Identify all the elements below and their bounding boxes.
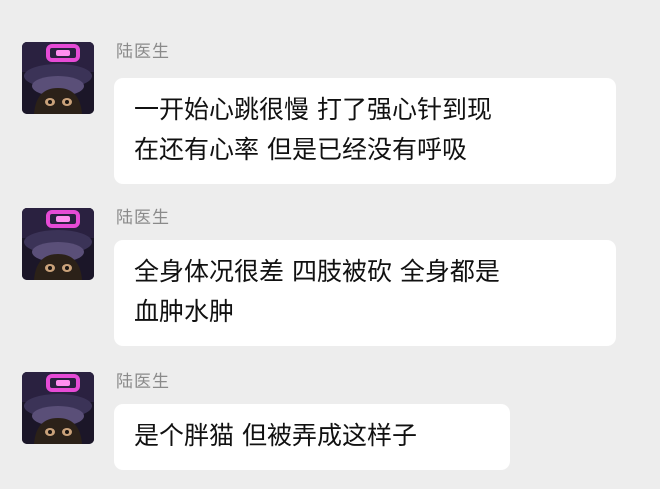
sender-name: 陆医生	[116, 42, 170, 62]
message-text-line: 血肿水肿	[134, 297, 235, 326]
message-row: 陆医生 全身体况很差 四肢被砍 全身都是 血肿水肿	[0, 208, 660, 358]
message-row: 陆医生 是个胖猫 但被弄成这样子	[0, 372, 660, 484]
sender-avatar[interactable]	[22, 208, 94, 280]
sender-name: 陆医生	[116, 372, 170, 392]
message-text-line: 全身体况很差 四肢被砍 全身都是	[134, 257, 500, 286]
message-row: 陆医生 一开始心跳很慢 打了强心针到现 在还有心率 但是已经没有呼吸	[0, 42, 660, 192]
message-text-line: 在还有心率 但是已经没有呼吸	[134, 135, 467, 164]
avatar-image	[22, 42, 94, 114]
message-bubble[interactable]: 是个胖猫 但被弄成这样子	[114, 404, 510, 470]
avatar-image	[22, 372, 94, 444]
message-text-line: 是个胖猫 但被弄成这样子	[134, 421, 417, 450]
avatar-image	[22, 208, 94, 280]
sender-name: 陆医生	[116, 208, 170, 228]
chat-message-list: 陆医生 一开始心跳很慢 打了强心针到现 在还有心率 但是已经没有呼吸 陆医生 全…	[0, 0, 660, 489]
sender-avatar[interactable]	[22, 372, 94, 444]
message-bubble[interactable]: 全身体况很差 四肢被砍 全身都是 血肿水肿	[114, 240, 616, 346]
message-text-line: 一开始心跳很慢 打了强心针到现	[134, 95, 492, 124]
sender-avatar[interactable]	[22, 42, 94, 114]
message-bubble[interactable]: 一开始心跳很慢 打了强心针到现 在还有心率 但是已经没有呼吸	[114, 78, 616, 184]
